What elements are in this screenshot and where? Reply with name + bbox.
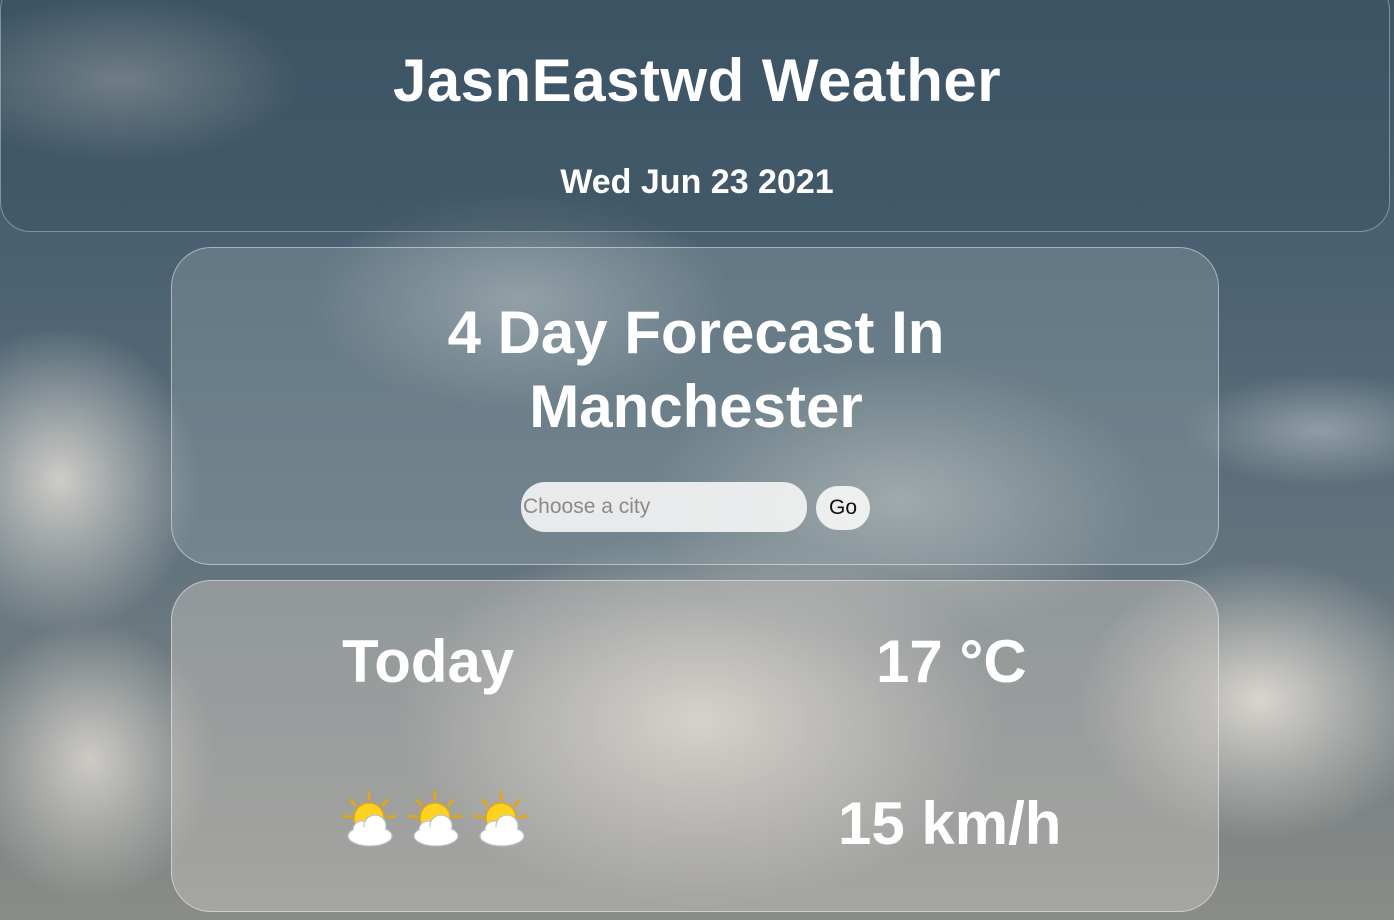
current-date: Wed Jun 23 2021 bbox=[560, 163, 834, 201]
temperature-value: 17 °C bbox=[876, 628, 1027, 695]
sun-behind-cloud-icon bbox=[473, 790, 529, 847]
wind-speed-value: 15 km/h bbox=[838, 790, 1062, 857]
forecast-heading: 4 Day Forecast In Manchester bbox=[172, 296, 1220, 444]
weather-icons bbox=[338, 789, 532, 851]
forecast-heading-line1: 4 Day Forecast In bbox=[447, 299, 945, 366]
forecast-city-name: Manchester bbox=[529, 373, 863, 440]
sun-behind-cloud-icon bbox=[341, 790, 397, 847]
city-search-input[interactable] bbox=[521, 482, 807, 532]
sun-behind-cloud-icon bbox=[407, 790, 463, 847]
today-weather-card: Today 17 °C 15 km/h bbox=[171, 580, 1219, 912]
day-label: Today bbox=[342, 628, 515, 695]
go-button[interactable]: Go bbox=[816, 486, 870, 530]
forecast-search-card: 4 Day Forecast In Manchester Go bbox=[171, 247, 1219, 565]
app-title: JasnEastwd Weather bbox=[392, 47, 1002, 114]
